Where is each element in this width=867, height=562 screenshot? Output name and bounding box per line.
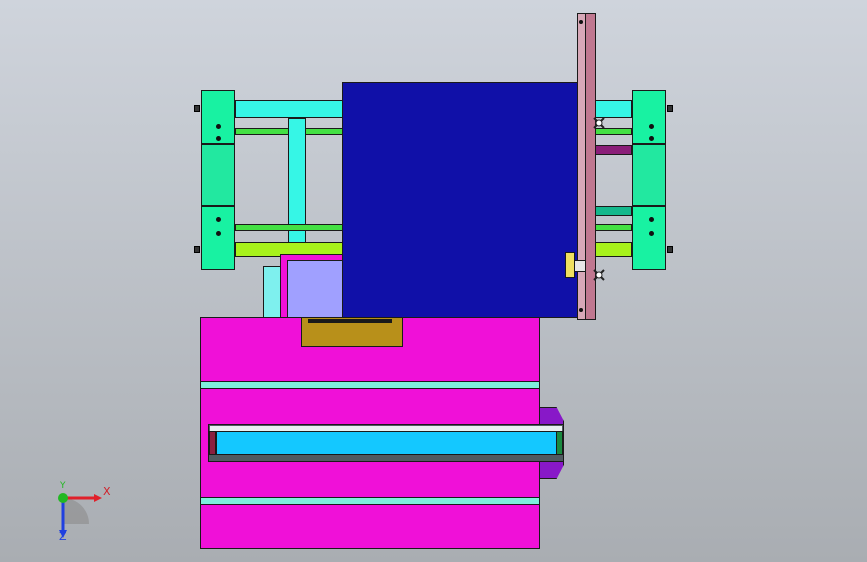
left-bracket-bottom <box>201 206 235 270</box>
limit-switch-body <box>574 260 586 272</box>
base-strip-upper <box>200 381 540 389</box>
bolt-left-lower <box>194 246 200 253</box>
left-bracket-top <box>201 90 235 144</box>
lower-green-rod-right <box>594 224 632 231</box>
lower-green-rod-left <box>235 224 345 231</box>
triad-z-label: Z <box>59 530 67 543</box>
coordinate-triad: X Y Z <box>50 481 120 544</box>
left-bracket-mid <box>201 144 235 206</box>
clamp-slot <box>308 319 392 323</box>
bolt-right-lower <box>667 246 673 253</box>
top-cyan-beam-left <box>235 100 345 118</box>
small-cyan-block <box>263 266 281 318</box>
slot-end-right <box>556 431 563 455</box>
teal-bar-right <box>594 206 632 216</box>
fitting-lower-icon <box>593 269 605 281</box>
rail-screw-bottom <box>579 308 583 312</box>
bolt-left-upper <box>194 105 200 112</box>
slot-end-left <box>209 431 216 455</box>
triad-y-label: Y <box>60 481 66 491</box>
blue-main-plate <box>342 82 580 318</box>
bolt-right-upper <box>667 105 673 112</box>
triad-x-label: X <box>103 485 111 498</box>
purple-bar-right <box>594 145 632 155</box>
right-bracket-bottom <box>632 206 666 270</box>
bottom-yellowgreen-beam-right <box>594 242 632 257</box>
fitting-upper-icon <box>593 117 605 129</box>
lavender-block <box>287 260 345 318</box>
right-bracket-top <box>632 90 666 144</box>
rail-screw-top <box>579 20 583 24</box>
base-strip-lower <box>200 497 540 505</box>
slot-cyan-channel <box>216 431 557 455</box>
right-bracket-mid <box>632 144 666 206</box>
